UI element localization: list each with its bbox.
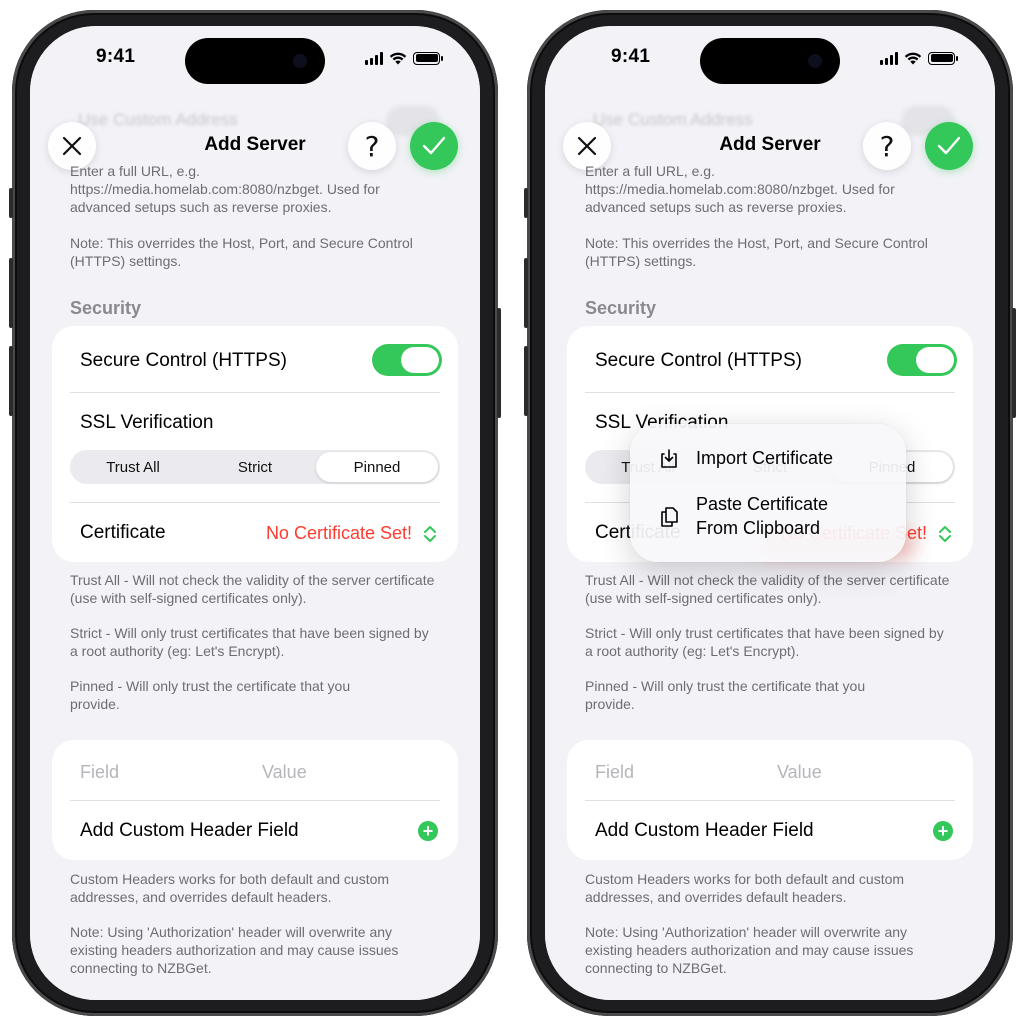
custom-address-help: Enter a full URL, e.g. https://media.hom…: [585, 163, 895, 215]
status-bar: 9:41: [545, 26, 995, 96]
divider: [585, 800, 955, 801]
phone-frame-right: 9:41 Use Custom Address Add Server ? Ent…: [524, 10, 1016, 1016]
authorization-note: Note: Using 'Authorization' header will …: [70, 924, 399, 976]
import-certificate-label: Import Certificate: [696, 448, 834, 468]
dynamic-island: [700, 38, 840, 84]
dynamic-island: [185, 38, 325, 84]
custom-headers-card: Field Value Add Custom Header Field +: [567, 740, 973, 860]
paste-certificate-menu-item[interactable]: Paste Certificate From Clipboard: [630, 492, 906, 546]
add-header-plus-icon[interactable]: +: [418, 821, 438, 841]
divider: [70, 392, 440, 393]
custom-headers-footnote: Custom Headers works for both default an…: [585, 871, 905, 905]
side-button: [1012, 308, 1016, 418]
strict-footnote: Strict - Will only trust certificates th…: [70, 625, 429, 659]
cellular-signal-icon: [880, 51, 898, 65]
custom-headers-footnote: Custom Headers works for both default an…: [70, 871, 390, 905]
cellular-signal-icon: [365, 51, 383, 65]
checkmark-icon: [422, 136, 446, 155]
status-icons: [365, 50, 443, 66]
battery-icon: [928, 51, 958, 65]
wifi-icon: [389, 52, 407, 65]
phone-frame-left: 9:41 Use Custom Address Add Server ? Ent…: [9, 10, 501, 1016]
custom-address-note: Note: This overrides the Host, Port, and…: [70, 235, 413, 269]
add-header-plus-icon[interactable]: +: [933, 821, 953, 841]
security-section-header: Security: [70, 298, 142, 318]
certificate-value[interactable]: No Certificate Set!: [266, 523, 412, 544]
header-value-input[interactable]: Value: [777, 762, 822, 783]
volume-down-button: [524, 346, 528, 416]
import-certificate-menu-item[interactable]: Import Certificate: [630, 444, 906, 474]
segment-pinned[interactable]: Pinned: [316, 452, 438, 482]
doc-on-doc-icon: [661, 507, 678, 527]
authorization-note: Note: Using 'Authorization' header will …: [585, 924, 914, 976]
ssl-verification-segmented-control: Trust All Strict Pinned: [70, 450, 440, 484]
header-field-input[interactable]: Field: [595, 762, 634, 783]
chevron-up-down-icon[interactable]: [937, 524, 953, 544]
pinned-footnote: Pinned - Will only trust the certificate…: [70, 678, 351, 712]
battery-icon: [413, 51, 443, 65]
secure-control-toggle[interactable]: [887, 344, 957, 376]
trust-all-footnote: Trust All - Will not check the validity …: [70, 572, 435, 606]
square-arrow-down-icon: [661, 449, 677, 468]
certificate-context-menu: Import Certificate Paste Certificate Fro…: [630, 424, 906, 562]
divider: [585, 392, 955, 393]
side-button: [497, 308, 501, 418]
add-custom-header-label[interactable]: Add Custom Header Field: [80, 820, 299, 842]
volume-up-button: [524, 258, 528, 328]
security-card: Secure Control (HTTPS) SSL Verification …: [52, 326, 458, 562]
header-field-input[interactable]: Field: [80, 762, 119, 783]
add-custom-header-label[interactable]: Add Custom Header Field: [595, 820, 814, 842]
action-button: [524, 188, 528, 218]
paste-certificate-line1: Paste Certificate: [696, 494, 829, 514]
status-icons: [880, 50, 958, 66]
wifi-icon: [904, 52, 922, 65]
paste-certificate-label: Paste Certificate From Clipboard: [696, 492, 828, 540]
volume-up-button: [9, 258, 13, 328]
security-section-header: Security: [585, 298, 657, 318]
divider: [70, 800, 440, 801]
status-time: 9:41: [611, 46, 651, 67]
action-button: [9, 188, 13, 218]
certificate-label: Certificate: [80, 522, 166, 543]
status-bar: 9:41: [30, 26, 480, 96]
custom-address-help: Enter a full URL, e.g. https://media.hom…: [70, 163, 380, 215]
ssl-verification-label: SSL Verification: [80, 412, 214, 433]
strict-footnote: Strict - Will only trust certificates th…: [585, 625, 944, 659]
chevron-up-down-icon[interactable]: [422, 524, 438, 544]
checkmark-icon: [937, 136, 961, 155]
pinned-footnote: Pinned - Will only trust the certificate…: [585, 678, 866, 712]
screen: 9:41 Use Custom Address Add Server ? Ent…: [545, 26, 995, 1000]
paste-certificate-line2: From Clipboard: [696, 518, 821, 538]
divider: [70, 502, 440, 503]
secure-control-toggle[interactable]: [372, 344, 442, 376]
segment-trust-all[interactable]: Trust All: [72, 452, 194, 482]
trust-all-footnote: Trust All - Will not check the validity …: [585, 572, 950, 606]
secure-control-label: Secure Control (HTTPS): [595, 350, 802, 371]
status-time: 9:41: [96, 46, 136, 67]
camera-icon: [808, 54, 822, 68]
screen: 9:41 Use Custom Address Add Server ? Ent…: [30, 26, 480, 1000]
header-value-input[interactable]: Value: [262, 762, 307, 783]
secure-control-label: Secure Control (HTTPS): [80, 350, 287, 371]
volume-down-button: [9, 346, 13, 416]
custom-address-note: Note: This overrides the Host, Port, and…: [585, 235, 928, 269]
segment-strict[interactable]: Strict: [194, 452, 316, 482]
camera-icon: [293, 54, 307, 68]
custom-headers-card: Field Value Add Custom Header Field +: [52, 740, 458, 860]
